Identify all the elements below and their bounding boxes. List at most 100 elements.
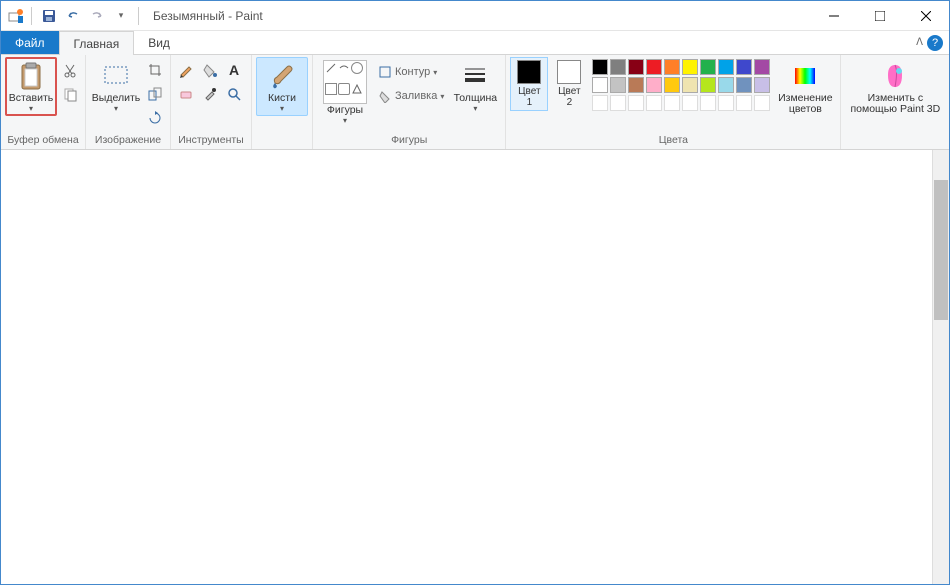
palette-custom-slot[interactable] [646,95,662,111]
paint3d-button[interactable]: Изменить с помощью Paint 3D [845,57,945,118]
undo-icon[interactable] [62,5,84,27]
palette-custom-slot[interactable] [718,95,734,111]
edit-colors-button[interactable]: Изменение цветов [774,57,836,118]
eyedropper-icon[interactable] [199,83,221,105]
paint3d-label: Изменить с помощью Paint 3D [850,93,940,115]
palette-color[interactable] [664,77,680,93]
fill-button[interactable]: Заливка▾ [375,85,447,107]
shapes-label: Фигуры [327,105,363,116]
group-clipboard: Вставить ▾ Буфер обмена [1,55,86,149]
palette-color[interactable] [718,77,734,93]
color1-button[interactable]: Цвет 1 [510,57,548,111]
shapes-gallery[interactable]: Фигуры ▾ [317,57,373,128]
palette-custom-slot[interactable] [682,95,698,111]
palette-color[interactable] [754,77,770,93]
close-button[interactable] [903,1,949,31]
select-label: Выделить [92,93,140,104]
palette-color[interactable] [700,77,716,93]
group-paint3d-label [845,132,945,149]
palette-color[interactable] [592,59,608,75]
canvas[interactable] [1,150,949,584]
palette-color[interactable] [610,77,626,93]
ribbon-tabs: Файл Главная Вид ᐱ ? [1,31,949,55]
group-clipboard-label: Буфер обмена [5,132,81,149]
select-button[interactable]: Выделить ▾ [90,57,142,116]
fill-label: Заливка [395,90,437,102]
rotate-icon[interactable] [144,107,166,129]
color2-button[interactable]: Цвет 2 [550,57,588,111]
save-icon[interactable] [38,5,60,27]
vertical-scrollbar[interactable] [932,150,949,584]
group-tools: A Инструменты [171,55,252,149]
cut-icon[interactable] [59,59,81,81]
magnifier-icon[interactable] [223,83,245,105]
select-rect-icon [100,60,132,92]
palette-custom-slot[interactable] [610,95,626,111]
palette-custom-slot[interactable] [628,95,644,111]
paint3d-icon [879,60,911,92]
edit-colors-label: Изменение цветов [778,93,833,115]
palette-color[interactable] [664,59,680,75]
palette-color[interactable] [718,59,734,75]
brushes-button[interactable]: Кисти ▾ [256,57,308,116]
caret-down-icon: ▾ [473,104,477,113]
text-icon[interactable]: A [223,59,245,81]
palette-custom-slot[interactable] [736,95,752,111]
maximize-button[interactable] [857,1,903,31]
ribbon-collapse-icon[interactable]: ᐱ [916,37,923,48]
thickness-button[interactable]: Толщина ▾ [449,57,501,116]
clipboard-icon [15,60,47,92]
palette-color[interactable] [592,77,608,93]
fill-icon[interactable] [199,59,221,81]
group-tools-label: Инструменты [175,132,247,149]
caret-down-icon: ▾ [29,104,33,113]
tab-file[interactable]: Файл [1,31,59,54]
group-paint3d: Изменить с помощью Paint 3D [841,55,949,149]
palette-color[interactable] [700,59,716,75]
svg-text:A: A [229,62,239,78]
help-icon[interactable]: ? [927,35,943,51]
palette-color[interactable] [646,77,662,93]
palette-color[interactable] [610,59,626,75]
palette-color[interactable] [682,77,698,93]
qat-customize-icon[interactable]: ▾ [110,5,132,27]
palette-color[interactable] [646,59,662,75]
group-shapes-label: Фигуры [317,132,501,149]
thickness-icon [459,60,491,92]
palette-color[interactable] [754,59,770,75]
paste-button[interactable]: Вставить ▾ [5,57,57,116]
tab-view[interactable]: Вид [134,31,184,54]
shapes-box-icon [323,60,367,104]
color1-label: Цвет 1 [518,86,540,108]
palette-color[interactable] [628,77,644,93]
group-colors: Цвет 1 Цвет 2 Изменение цветов Цвета [506,55,841,149]
scrollbar-thumb[interactable] [934,180,948,320]
caret-down-icon: ▾ [343,116,347,125]
group-image: Выделить ▾ Изображение [86,55,171,149]
palette-custom-slot[interactable] [754,95,770,111]
palette-custom-slot[interactable] [664,95,680,111]
resize-icon[interactable] [144,83,166,105]
palette-color[interactable] [628,59,644,75]
palette-color[interactable] [736,59,752,75]
palette-color[interactable] [682,59,698,75]
tab-home[interactable]: Главная [59,31,135,55]
color-palette [590,57,772,113]
brushes-label: Кисти [268,93,296,104]
pencil-icon[interactable] [175,59,197,81]
titlebar: ▾ Безымянный - Paint [1,1,949,31]
group-shapes: Фигуры ▾ Контур▾ Заливка▾ Толщина [313,55,506,149]
palette-color[interactable] [736,77,752,93]
app-icon [7,7,25,25]
edit-colors-icon [789,60,821,92]
copy-icon[interactable] [59,83,81,105]
paste-label: Вставить [9,93,54,104]
crop-icon[interactable] [144,59,166,81]
ribbon: Вставить ▾ Буфер обмена Выделить ▾ [1,55,949,150]
outline-button[interactable]: Контур▾ [375,61,447,83]
redo-icon[interactable] [86,5,108,27]
palette-custom-slot[interactable] [592,95,608,111]
palette-custom-slot[interactable] [700,95,716,111]
eraser-icon[interactable] [175,83,197,105]
minimize-button[interactable] [811,1,857,31]
